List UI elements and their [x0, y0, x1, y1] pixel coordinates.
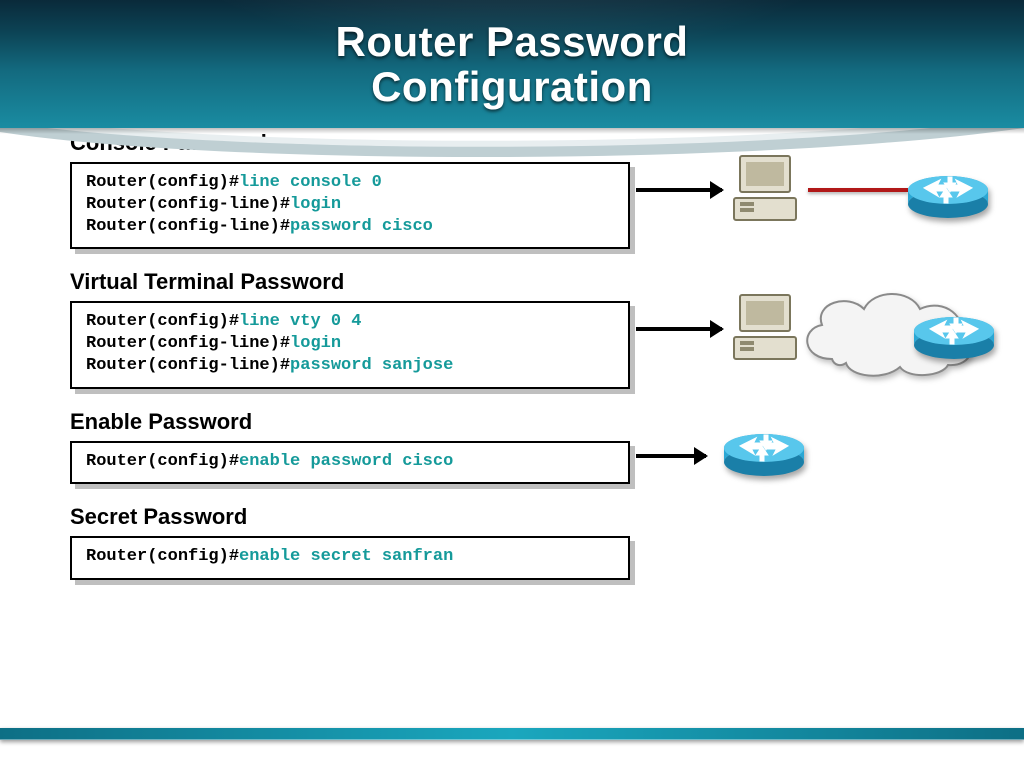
- prompt: Router(config)#: [86, 547, 239, 566]
- arrow-icon: [636, 188, 722, 192]
- codebox-console: Router(config)#line console 0 Router(con…: [70, 162, 630, 249]
- heading-enable: Enable Password: [70, 409, 630, 435]
- cmd: enable secret sanfran: [239, 547, 453, 566]
- prompt: Router(config-line)#: [86, 217, 290, 236]
- cmd: line console 0: [239, 173, 382, 192]
- codebox-enable: Router(config)#enable password cisco: [70, 441, 630, 485]
- diagram-secret: [642, 522, 1002, 562]
- workstation-icon: [732, 152, 810, 224]
- arrow-icon: [636, 454, 706, 458]
- arrow-icon: [636, 327, 722, 331]
- cmd: password sanjose: [290, 356, 453, 375]
- diagram-console: [642, 140, 1002, 240]
- router-icon: [910, 303, 998, 361]
- prompt: Router(config-line)#: [86, 195, 290, 214]
- router-icon: [720, 420, 808, 478]
- router-icon: [904, 162, 992, 220]
- codebox-vty: Router(config)#line vty 0 4 Router(confi…: [70, 301, 630, 388]
- diagram-enable: [642, 416, 1002, 476]
- section-enable: Enable Password Router(config)#enable pa…: [70, 409, 1004, 485]
- console-cable-icon: [808, 188, 908, 192]
- cmd: login: [290, 195, 341, 214]
- heading-secret: Secret Password: [70, 504, 630, 530]
- prompt: Router(config)#: [86, 452, 239, 471]
- footer-accent-bar: [0, 728, 1024, 740]
- section-console: Console Password Router(config)#line con…: [70, 130, 1004, 249]
- codebox-secret: Router(config)#enable secret sanfran: [70, 536, 630, 580]
- cmd: enable password cisco: [239, 452, 453, 471]
- section-vty: Virtual Terminal Password Router(config)…: [70, 269, 1004, 388]
- cmd: password cisco: [290, 217, 433, 236]
- heading-vty: Virtual Terminal Password: [70, 269, 630, 295]
- prompt: Router(config-line)#: [86, 356, 290, 375]
- cmd: login: [290, 334, 341, 353]
- prompt: Router(config)#: [86, 312, 239, 331]
- prompt: Router(config)#: [86, 173, 239, 192]
- cmd: line vty 0 4: [239, 312, 361, 331]
- diagram-vty: [642, 279, 1002, 379]
- section-secret: Secret Password Router(config)#enable se…: [70, 504, 1004, 580]
- title-line-1: Router PasswordConfiguration: [336, 18, 689, 110]
- slide-title: Router PasswordConfiguration: [336, 19, 689, 110]
- title-band: Router PasswordConfiguration: [0, 0, 1024, 128]
- prompt: Router(config-line)#: [86, 334, 290, 353]
